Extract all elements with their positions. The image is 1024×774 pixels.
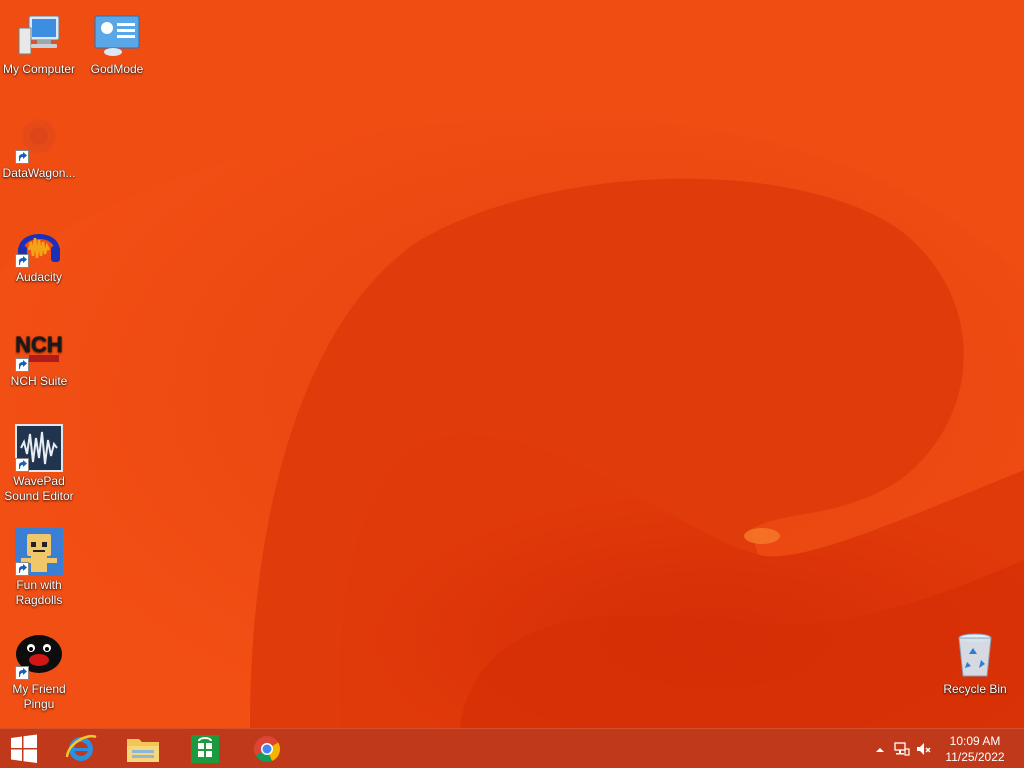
ragdolls-icon [15, 528, 63, 576]
icon-label: DataWagon... [2, 166, 76, 180]
volume-muted-icon[interactable] [916, 741, 932, 757]
desktop-icon-datawagon[interactable]: DataWagon... [0, 116, 78, 181]
folder-icon [127, 739, 159, 762]
control-panel-icon [93, 12, 141, 60]
shortcut-arrow-icon [15, 358, 29, 372]
desktop-icon-my-friend-pingu[interactable]: My Friend Pingu [0, 632, 78, 712]
wavepad-icon [15, 424, 63, 472]
icon-label-line2: Ragdolls [15, 593, 63, 607]
shortcut-arrow-icon [15, 458, 29, 472]
desktop-icon-my-computer[interactable]: My Computer [0, 12, 78, 77]
clock-date: 11/25/2022 [945, 750, 1005, 764]
internet-explorer-icon [65, 734, 97, 761]
wallpaper [0, 0, 1024, 728]
desktop-icon-nch-suite[interactable]: NCH NCH Suite [0, 324, 78, 389]
icon-label: Recycle Bin [943, 682, 1007, 696]
icon-label: Audacity [15, 270, 63, 284]
icon-label-line1: My Friend [12, 682, 66, 696]
pingu-icon [15, 632, 63, 680]
datawagon-icon [15, 116, 63, 164]
desktop-icon-fun-with-ragdolls[interactable]: Fun with Ragdolls [0, 528, 78, 608]
icon-label-line1: Fun with [16, 578, 62, 592]
icon-label-line2: Pingu [23, 697, 55, 711]
icon-label: My Computer [2, 62, 76, 76]
taskbar-store[interactable] [180, 729, 230, 769]
shortcut-arrow-icon [15, 254, 29, 268]
start-button[interactable] [0, 729, 48, 769]
shortcut-arrow-icon [15, 562, 29, 576]
network-icon[interactable] [894, 741, 910, 757]
recycle-bin-icon [951, 632, 999, 680]
shortcut-arrow-icon [15, 150, 29, 164]
desktop-icon-audacity[interactable]: Audacity [0, 220, 78, 285]
shortcut-arrow-icon [15, 666, 29, 680]
taskbar-file-explorer[interactable] [118, 729, 168, 769]
icon-label-line2: Sound Editor [4, 489, 74, 503]
icon-label: GodMode [90, 62, 144, 76]
desktop-icon-wavepad[interactable]: WavePad Sound Editor [0, 424, 78, 504]
nch-icon: NCH [15, 324, 63, 372]
store-icon [191, 735, 219, 763]
computer-icon [15, 12, 63, 60]
audacity-icon [15, 220, 63, 268]
svg-text:NCH: NCH [15, 332, 63, 357]
taskbar: 10:09 AM 11/25/2022 [0, 728, 1024, 768]
windows-logo-icon [11, 734, 37, 763]
desktop-icon-recycle-bin[interactable]: Recycle Bin [936, 632, 1014, 697]
clock-time: 10:09 AM [949, 734, 1001, 748]
clock[interactable]: 10:09 AM 11/25/2022 [940, 733, 1010, 765]
show-hidden-icons-icon[interactable] [874, 743, 886, 755]
icon-label: NCH Suite [10, 374, 68, 388]
system-tray: 10:09 AM 11/25/2022 [864, 729, 1024, 769]
taskbar-internet-explorer[interactable] [56, 729, 106, 769]
desktop[interactable]: My Computer GodMode DataWagon... Audacit… [0, 0, 1024, 728]
desktop-icon-godmode[interactable]: GodMode [78, 12, 156, 77]
icon-label-line1: WavePad [13, 474, 65, 488]
taskbar-chrome[interactable] [242, 729, 292, 769]
chrome-icon [254, 736, 281, 763]
